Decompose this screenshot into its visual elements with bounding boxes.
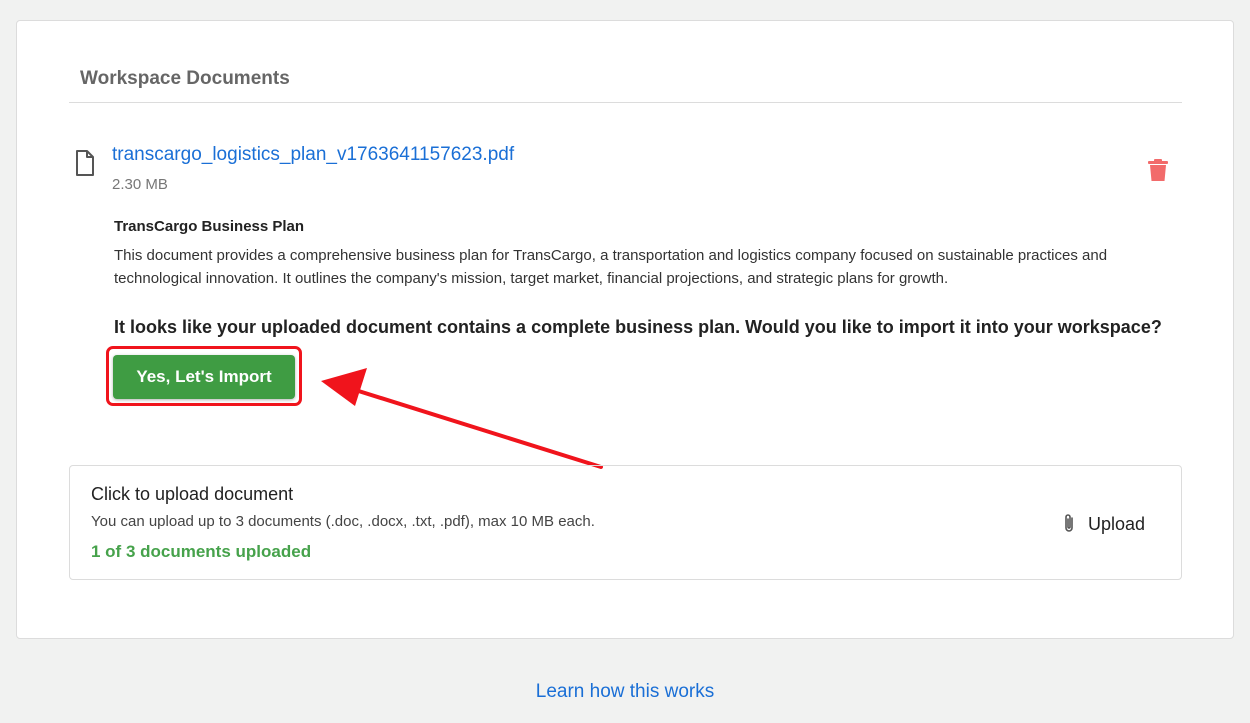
upload-count: 1 of 3 documents uploaded (91, 542, 312, 561)
upload-description: You can upload up to 3 documents (.doc, … (91, 513, 595, 530)
paperclip-icon (1065, 514, 1073, 532)
learn-how-link[interactable]: Learn how this works (0, 681, 1250, 703)
document-file-size: 2.30 MB (112, 176, 168, 193)
document-summary-title: TransCargo Business Plan (114, 218, 305, 235)
document-summary-text: This document provides a comprehensive b… (114, 247, 1108, 287)
file-icon (73, 149, 97, 177)
trash-icon (1148, 159, 1168, 181)
upload-document-area[interactable]: Click to upload document You can upload … (69, 465, 1182, 580)
import-button[interactable]: Yes, Let's Import (113, 355, 295, 399)
upload-button[interactable]: Upload (1060, 510, 1145, 538)
import-question: It looks like your uploaded document con… (114, 317, 1162, 337)
divider (69, 102, 1182, 103)
workspace-documents-card: Workspace Documents transcargo_logistics… (16, 20, 1234, 639)
upload-title: Click to upload document (91, 484, 294, 504)
document-file-link[interactable]: transcargo_logistics_plan_v1763641157623… (112, 144, 514, 166)
delete-document-button[interactable] (1145, 157, 1171, 183)
section-title: Workspace Documents (80, 68, 290, 89)
annotation-arrow (321, 368, 603, 469)
upload-button-label: Upload (1088, 513, 1146, 534)
